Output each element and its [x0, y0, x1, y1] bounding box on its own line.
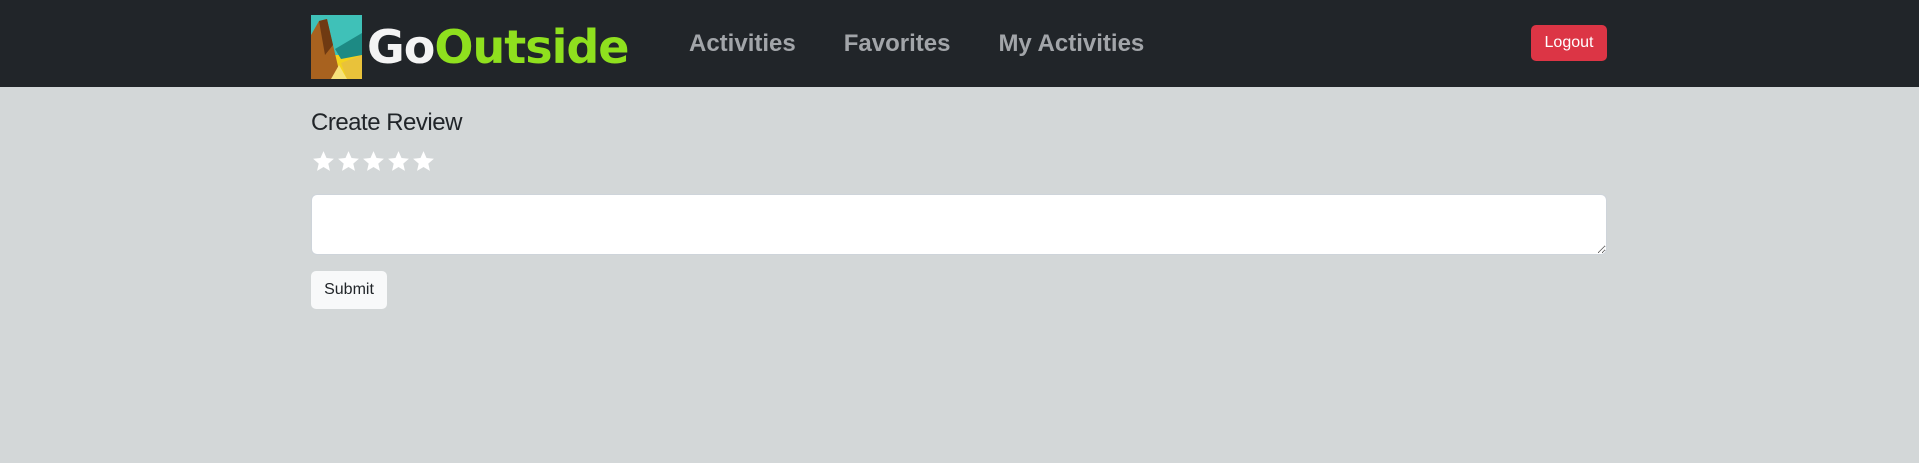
review-textarea[interactable] [311, 194, 1607, 255]
brand-logo-icon [311, 15, 362, 79]
page-title: Create Review [311, 109, 462, 136]
nav-link-favorites[interactable]: Favorites [844, 30, 951, 58]
brand-name-go: Go [367, 20, 435, 74]
star-icon[interactable] [361, 149, 386, 174]
star-rating [311, 149, 436, 174]
star-icon[interactable] [336, 149, 361, 174]
brand-name-outside: Outside [434, 20, 629, 74]
logout-button[interactable]: Logout [1531, 25, 1607, 61]
star-icon[interactable] [386, 149, 411, 174]
nav-link-activities[interactable]: Activities [689, 30, 796, 58]
brand-name: GoOutside [367, 15, 629, 79]
nav-links: Activities Favorites My Activities [689, 0, 1192, 87]
star-icon[interactable] [311, 149, 336, 174]
brand-link[interactable]: GoOutside [311, 15, 629, 79]
star-icon[interactable] [411, 149, 436, 174]
top-navbar: GoOutside Activities Favorites My Activi… [0, 0, 1919, 87]
nav-link-my-activities[interactable]: My Activities [998, 30, 1144, 58]
submit-button[interactable]: Submit [311, 271, 387, 309]
